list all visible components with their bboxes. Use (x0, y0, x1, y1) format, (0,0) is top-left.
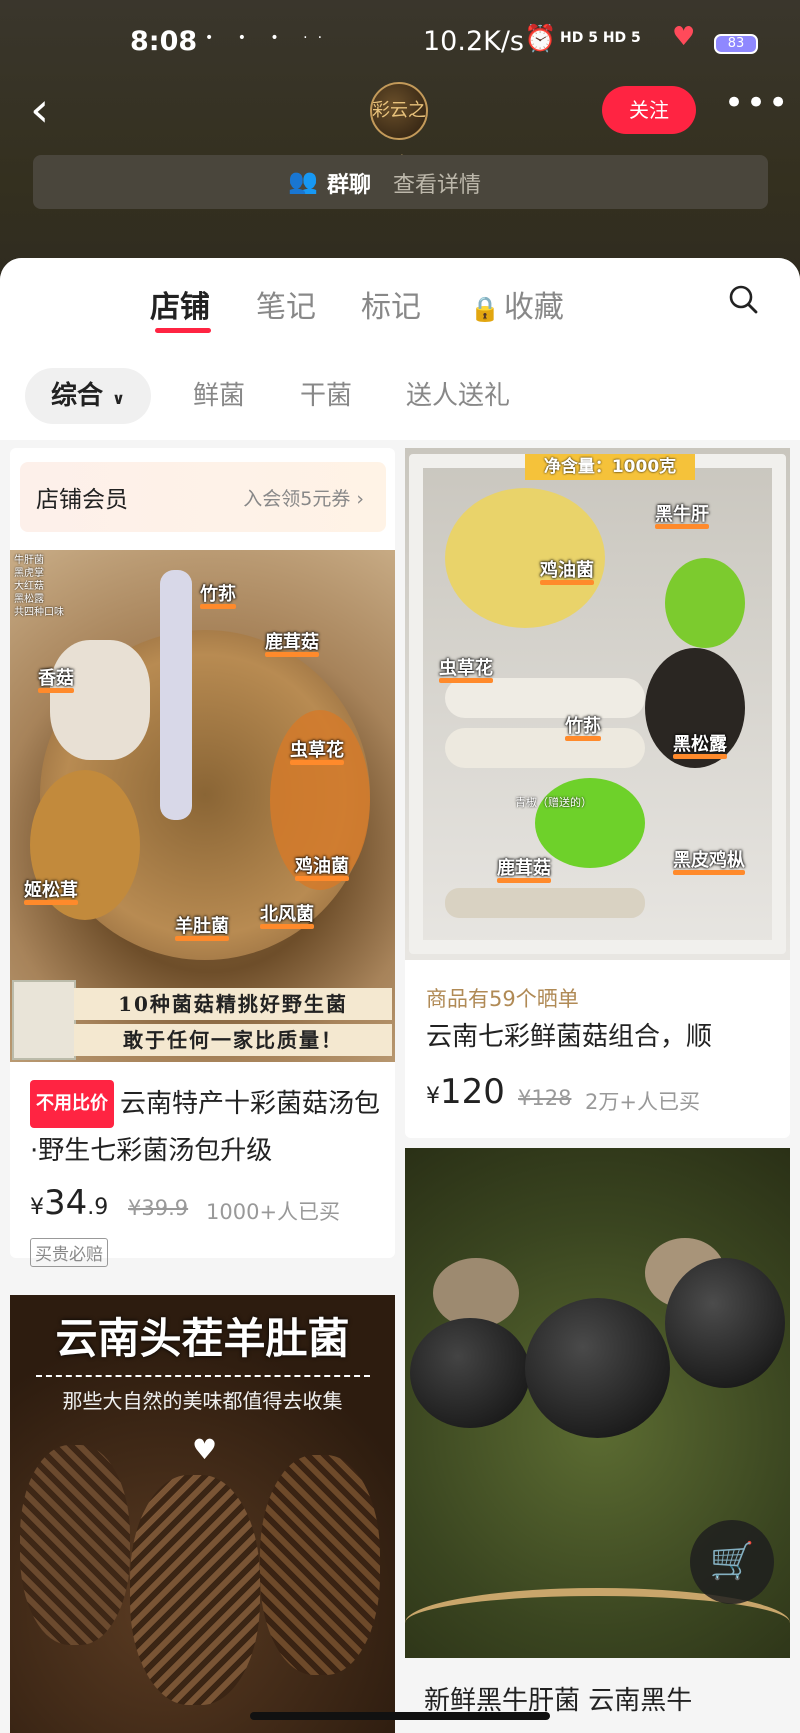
member-banner[interactable]: 店铺会员 入会领5元券 › (20, 462, 386, 532)
bolete-cap-shape (525, 1298, 670, 1438)
pepper-note: 青椒（赠送的） (515, 796, 592, 809)
tag-label: 鸡油菌 (540, 556, 594, 585)
status-time: 8:08 (130, 26, 198, 57)
product-image-3[interactable]: 云南头茬羊肚菌 那些大自然的美味都值得去收集 ♥ (10, 1295, 395, 1733)
search-icon[interactable] (728, 284, 758, 314)
tab-favorites[interactable]: 🔒 收藏 (470, 282, 564, 326)
filter-all-label: 综合 (50, 381, 103, 411)
tag-label: 羊肚菌 (175, 912, 229, 941)
no-compare-badge: 不用比价 (30, 1080, 114, 1128)
tag-label: 黑皮鸡枞 (673, 846, 745, 875)
product-image-2[interactable]: 净含量：1000克 黑牛肝 鸡油菌 虫草花 竹荪 黑松露 鹿茸菇 黑皮鸡枞 青椒… (405, 448, 790, 960)
tab-notes[interactable]: 笔记 (256, 282, 316, 326)
sold-count-2: 2万+人已买 (585, 1090, 700, 1114)
tag-label: 黑牛肝 (655, 500, 709, 529)
bamboo-fungus-shape (445, 728, 645, 768)
tab-marks[interactable]: 标记 (361, 282, 421, 326)
filter-all[interactable]: 综合 ∨ (25, 368, 151, 424)
shiitake-slices-shape (50, 640, 150, 760)
product-price-1: ¥34.9 (30, 1183, 108, 1223)
shimeji-shape (445, 888, 645, 918)
filter-dried[interactable]: 干菌 (300, 368, 352, 424)
cart-icon[interactable]: 🛒 (690, 1520, 774, 1604)
store-logo[interactable]: 彩云之珍 (370, 82, 428, 175)
morel-shape (130, 1475, 260, 1705)
follow-button[interactable]: 关注 (602, 86, 696, 134)
tab-active-indicator (155, 328, 211, 333)
morel-shape (20, 1445, 130, 1645)
sold-count-1: 1000+人已买 (206, 1200, 341, 1224)
tag-label: 姬松茸 (24, 876, 78, 905)
image-banner-2: 敢于任何一家比质量！ (74, 1024, 392, 1056)
tag-label: 黑松露 (673, 730, 727, 759)
alarm-icon: ⏰ (524, 24, 557, 54)
signal-indicator: HD 5 HD 5 (560, 30, 641, 46)
group-chat-bar[interactable]: 👥 群聊 查看详情 (33, 155, 768, 209)
image-subheadline: 那些大自然的美味都值得去收集 (62, 1389, 343, 1413)
price-integer: 120 (440, 1072, 505, 1112)
bamboo-fungus-shape (160, 570, 192, 820)
group-detail-link[interactable]: 查看详情 (393, 167, 481, 199)
group-icon: 👥 (288, 167, 318, 195)
bolete-cap-shape (665, 1258, 785, 1388)
tag-label: 香菇 (38, 664, 74, 693)
filter-fresh[interactable]: 鲜菌 (193, 368, 245, 424)
currency-symbol: ¥ (30, 1195, 44, 1220)
guarantee-badge: 买贵必赔 (30, 1238, 108, 1267)
store-header: 8:08 • • • ·· 10.2K/s ⏰ HD 5 HD 5 ♥ 83 ‹… (0, 0, 800, 300)
original-price-2: ¥128 (518, 1086, 572, 1110)
net-weight-label: 净含量：1000克 (525, 454, 695, 480)
tag-label: 虫草花 (290, 736, 344, 765)
nav-bar: ‹ 彩云之珍 关注 ••• (0, 80, 800, 175)
tag-label: 竹荪 (200, 580, 236, 609)
product-title-2[interactable]: 云南七彩鲜菌菇组合，顺 (426, 1014, 776, 1060)
battery-icon: 83 (714, 34, 758, 54)
filter-gift[interactable]: 送人送礼 (406, 368, 510, 424)
currency-symbol: ¥ (426, 1084, 440, 1109)
corner-text: 牛肝菌 黑虎掌 大红菇 黑松露 共四种口味 (14, 555, 64, 618)
price-integer: 34 (44, 1183, 88, 1223)
heart-status-icon: ♥ (672, 22, 696, 52)
back-icon[interactable]: ‹ (30, 86, 49, 134)
network-speed: 10.2K/s (423, 26, 524, 57)
price-decimal: .9 (87, 1195, 109, 1220)
home-indicator[interactable] (250, 1712, 550, 1720)
divider (36, 1375, 370, 1377)
more-icon[interactable]: ••• (724, 86, 790, 120)
package-image (12, 980, 76, 1060)
image-headline: 云南头茬羊肚菌 (55, 1314, 350, 1363)
chevron-down-icon: ∨ (112, 389, 126, 408)
tag-label: 北风菌 (260, 900, 314, 929)
tab-store[interactable]: 店铺 (150, 282, 210, 326)
product-image-1[interactable]: 牛肝菌 黑虎掌 大红菇 黑松露 共四种口味 竹荪 鹿茸菇 香菇 虫草花 鸡油菌 … (10, 550, 395, 1062)
tag-label: 虫草花 (439, 654, 493, 683)
product-title-1[interactable]: 不用比价 云南特产十彩菌菇汤包·野生七彩菌汤包升级 (30, 1080, 380, 1174)
bolete-cap-shape (410, 1318, 530, 1428)
status-bar: 8:08 • • • ·· 10.2K/s ⏰ HD 5 HD 5 ♥ 83 (0, 22, 800, 62)
product-price-2: ¥120 (426, 1072, 505, 1112)
pepper-shape (665, 558, 745, 648)
notification-icons: • • • ·· (205, 30, 333, 46)
morel-shape (260, 1455, 380, 1675)
member-link[interactable]: 入会领5元券 › (243, 484, 364, 511)
heart-icon: ♥ (192, 1433, 218, 1466)
filter-bar: 综合 ∨ 鲜菌 干菌 送人送礼 (0, 348, 800, 440)
tab-favorites-label: 收藏 (503, 290, 564, 325)
bamboo-fungus-shape (445, 678, 645, 718)
image-banner-1: 10种菌菇精挑好野生菌 (74, 988, 392, 1020)
tag-label: 鹿茸菇 (265, 628, 319, 657)
pepper-shape (535, 778, 645, 868)
group-chat-label: 群聊 (327, 173, 372, 198)
lock-icon: 🔒 (470, 295, 500, 323)
review-count-2: 商品有59个晒单 (426, 987, 579, 1011)
original-price-1: ¥39.9 (128, 1196, 189, 1220)
tag-label: 鸡油菌 (295, 852, 349, 881)
tab-bar: 店铺 笔记 标记 🔒 收藏 (0, 258, 800, 348)
member-title: 店铺会员 (36, 487, 128, 513)
tag-label: 鹿茸菇 (497, 854, 551, 883)
tag-label: 竹荪 (565, 712, 601, 741)
